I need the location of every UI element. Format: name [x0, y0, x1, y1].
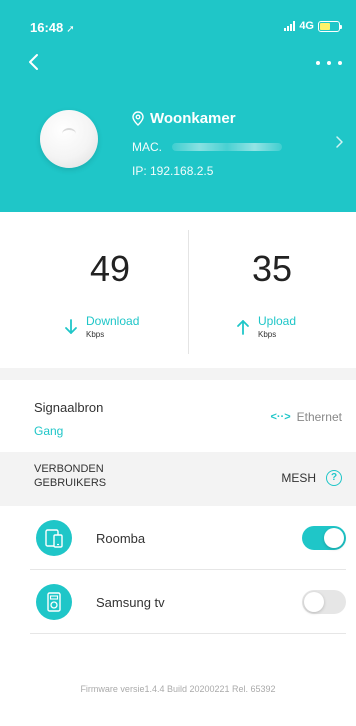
back-chevron-icon[interactable] — [26, 52, 42, 72]
download-unit: Kbps — [86, 330, 105, 339]
status-indicators: 4G — [284, 20, 342, 32]
mac-address-redacted — [172, 143, 282, 151]
device-header: 16:48 ➚ 4G Woonkamer MAC. IP: 192.168.2.5 — [0, 0, 356, 212]
device-location-name: Woonkamer — [150, 110, 236, 127]
location-pin-icon — [132, 111, 144, 126]
status-bar: 16:48 ➚ 4G — [0, 0, 356, 44]
download-arrow-icon — [65, 318, 77, 334]
client-row[interactable]: Roomba — [30, 506, 346, 570]
speaker-icon — [36, 584, 72, 620]
battery-icon — [318, 20, 342, 32]
upload-stat: 35 — [222, 248, 322, 290]
client-row[interactable]: Samsung tv — [30, 570, 346, 634]
upload-value: 35 — [251, 248, 293, 289]
download-label: Download — [86, 314, 140, 328]
firmware-info: Firmware versie1.4.4 Build 20200221 Rel.… — [80, 684, 276, 694]
location-arrow-icon: ➚ — [66, 24, 75, 35]
client-name: Roomba — [96, 531, 146, 546]
signal-source-value: Gang — [34, 424, 64, 438]
status-time: 16:48 ➚ — [30, 20, 75, 35]
client-name: Samsung tv — [96, 595, 165, 610]
signal-source-title: Signaalbron — [34, 400, 104, 415]
deco-device-image — [40, 110, 98, 168]
mesh-label: MESH — [281, 471, 316, 485]
time-text: 16:48 — [30, 20, 64, 35]
download-stat: 49 — [60, 248, 160, 290]
connected-users-title: VERBONDEN GEBRUIKERS — [34, 463, 107, 489]
upload-label-group: Upload Kbps — [236, 314, 296, 339]
upload-arrow-icon — [237, 319, 249, 335]
mesh-info: MESH ? — [281, 470, 342, 486]
ip-address: IP: 192.168.2.5 — [132, 164, 214, 178]
speed-stats: 49 Download Kbps 35 Upload Kbps — [0, 212, 356, 368]
help-icon[interactable]: ? — [326, 470, 342, 486]
connected-users-header: VERBONDEN GEBRUIKERS MESH ? — [0, 452, 356, 506]
client-toggle[interactable] — [302, 590, 346, 614]
network-type: 4G — [299, 20, 314, 32]
stats-divider — [188, 230, 189, 354]
download-label-group: Download Kbps — [64, 314, 139, 339]
mac-label: MAC. — [132, 140, 162, 154]
more-options-icon[interactable] — [316, 56, 342, 70]
ethernet-icon: <··> — [270, 411, 291, 423]
chevron-right-icon[interactable] — [334, 134, 344, 150]
connection-type-label: Ethernet — [296, 410, 342, 424]
signal-source-row: Signaalbron Gang <··> Ethernet — [0, 380, 356, 442]
connection-type: <··> Ethernet — [270, 410, 342, 424]
upload-label: Upload — [258, 314, 297, 328]
mac-row: MAC. — [132, 140, 282, 154]
location-row: Woonkamer — [132, 110, 236, 127]
section-separator — [0, 368, 356, 380]
cellular-signal-icon — [284, 21, 296, 31]
download-value: 49 — [89, 248, 131, 289]
tablet-phone-icon — [36, 520, 72, 556]
client-toggle[interactable] — [302, 526, 346, 550]
upload-unit: Kbps — [258, 330, 277, 339]
